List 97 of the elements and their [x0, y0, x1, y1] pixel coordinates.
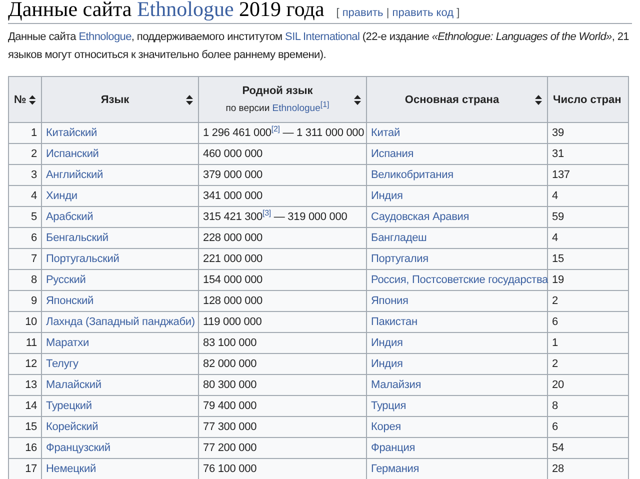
country-count: 39 — [552, 127, 564, 139]
country-link[interactable]: Пакистан — [371, 316, 418, 328]
speaker-count: 379 000 000 — [203, 169, 263, 181]
row-number: 4 — [31, 190, 37, 202]
language-link[interactable]: Русский — [46, 274, 86, 286]
speaker-count: 228 000 000 — [203, 232, 263, 244]
row-number: 6 — [31, 232, 37, 244]
country-link[interactable]: Германия — [371, 463, 420, 475]
link[interactable]: SIL International — [285, 31, 360, 43]
speaker-count: 221 000 000 — [203, 253, 263, 265]
speaker-count: 154 000 000 — [203, 274, 263, 286]
language-link[interactable]: Хинди — [46, 190, 78, 202]
link[interactable]: Ethnologue — [136, 0, 234, 21]
country-link[interactable]: Малайзия — [371, 379, 422, 391]
speaker-count: 315 421 300$^{[3]}$ — 319 000 000 — [203, 211, 348, 223]
bracket: ] — [456, 7, 460, 19]
language-link[interactable]: Турецкий — [46, 400, 92, 412]
country-link[interactable]: Корея — [371, 421, 401, 433]
country-count: 54 — [552, 442, 564, 454]
row-number: 12 — [25, 358, 37, 370]
country-link[interactable]: Индия — [371, 358, 403, 370]
edit-link[interactable]: править — [342, 7, 384, 19]
sort-icon[interactable] — [535, 94, 542, 104]
row-number: 16 — [25, 442, 37, 454]
speaker-count: 76 100 000 — [203, 463, 257, 475]
country-count: 4 — [552, 190, 558, 202]
speaker-count: 119 000 000 — [203, 316, 262, 328]
row-number: 10 — [25, 316, 37, 328]
row-number: 11 — [26, 337, 37, 349]
row-number: 13 — [25, 379, 37, 391]
speaker-count: 82 000 000 — [203, 358, 257, 370]
sort-icon[interactable] — [186, 94, 193, 104]
speaker-count: 79 400 000 — [203, 400, 257, 412]
column-header: Число стран — [553, 94, 622, 106]
country-count: 20 — [552, 379, 564, 391]
column-header: Язык — [100, 94, 130, 106]
speaker-count: 77 200 000 — [203, 442, 257, 454]
bracket: | — [386, 7, 390, 19]
row-number: 8 — [31, 274, 37, 286]
speaker-count: 83 100 000 — [203, 337, 257, 349]
speaker-count: 77 300 000 — [203, 421, 257, 433]
speaker-count: 341 000 000 — [203, 190, 263, 202]
bracket: [ — [336, 7, 340, 19]
speaker-count: 128 000 000 — [203, 295, 263, 307]
row-number: 9 — [31, 295, 37, 307]
row-number: 17 — [25, 463, 37, 475]
language-link[interactable]: Телугу — [46, 358, 78, 370]
country-link[interactable]: Китай — [371, 127, 400, 139]
language-link[interactable]: Испанский — [46, 148, 99, 160]
country-count: 6 — [552, 316, 558, 328]
speaker-count: 1 296 461 000$^{[2]}$ — 1 311 000 000 — [203, 127, 364, 139]
link[interactable]: Ethnologue — [272, 103, 320, 114]
row-number: 7 — [31, 253, 37, 265]
row-number: 2 — [31, 148, 37, 160]
column-subheader: по версии Ethnologue$^{[1]}$ — [224, 103, 330, 114]
country-link[interactable]: Франция — [371, 442, 416, 454]
row-number: 3 — [31, 169, 37, 181]
country-link[interactable]: Индия — [371, 190, 403, 202]
column-header: Родной язык — [242, 85, 313, 97]
language-link[interactable]: Корейский — [46, 421, 98, 433]
country-count: 15 — [552, 253, 564, 265]
intro-paragraph: Данные сайта Ethnologue, поддерживаемого институтом SIL International (22-е издание «Ethnologue: Languages of the World», 21 языков могут относиться к значительно более раннему времени). — [8, 30, 629, 63]
country-link[interactable]: Португалия — [371, 253, 428, 265]
country-count: 6 — [552, 421, 558, 433]
country-link[interactable]: Япония — [371, 295, 408, 307]
column-header: Основная страна — [404, 94, 500, 106]
country-link[interactable]: Индия — [371, 337, 403, 349]
language-link[interactable]: Китайский — [46, 127, 97, 139]
row-number: 15 — [25, 421, 37, 433]
edit-link[interactable]: править код — [392, 7, 454, 19]
country-count: 4 — [552, 232, 558, 244]
country-link[interactable]: Турция — [371, 400, 406, 412]
country-count: 19 — [552, 274, 564, 286]
country-count: 59 — [552, 211, 564, 223]
country-link[interactable]: Испания — [371, 148, 414, 160]
country-count: 2 — [552, 295, 558, 307]
language-link[interactable]: Немецкий — [46, 463, 96, 475]
language-link[interactable]: Арабский — [46, 211, 94, 223]
sort-icon[interactable] — [29, 94, 36, 104]
language-link[interactable]: Маратхи — [46, 337, 90, 349]
section-heading: Данные сайта Ethnologue 2019 года — [8, 0, 324, 21]
country-count: 28 — [552, 463, 564, 475]
country-count: 8 — [552, 400, 558, 412]
row-number: 14 — [25, 400, 37, 412]
speaker-count: 80 300 000 — [203, 379, 257, 391]
country-count: 137 — [552, 169, 570, 181]
sort-icon[interactable] — [354, 94, 361, 104]
speaker-count: 460 000 000 — [203, 148, 263, 160]
link[interactable]: Ethnologue — [78, 31, 132, 43]
country-count: 31 — [552, 148, 564, 160]
country-count: 2 — [552, 358, 558, 370]
row-number: 1 — [31, 127, 37, 139]
country-count: 1 — [552, 337, 558, 349]
column-header: № — [14, 94, 26, 106]
country-link[interactable]: Бангладеш — [371, 232, 427, 244]
row-number: 5 — [31, 211, 37, 223]
language-link[interactable]: Японский — [46, 295, 94, 307]
